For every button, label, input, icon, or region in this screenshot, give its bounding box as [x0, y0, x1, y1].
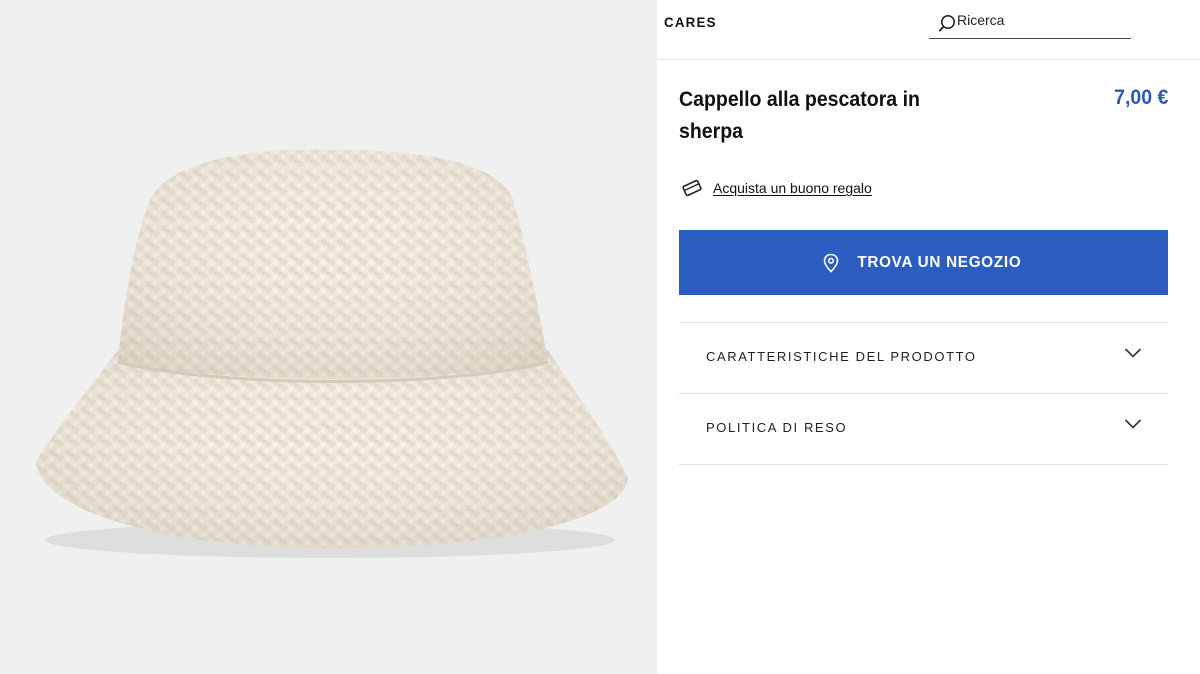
- product-title: Cappello alla pescatora in sherpa: [679, 88, 920, 143]
- find-store-button[interactable]: TROVA UN NEGOZIO: [679, 230, 1168, 295]
- gift-card-row: Acquista un buono regalo: [681, 178, 872, 198]
- bucket-hat-image: [36, 149, 628, 558]
- accordion-label: CARATTERISTICHE DEL PRODOTTO: [706, 349, 977, 364]
- product-page: CARES Cappello alla pescatora in sherpa …: [0, 0, 1200, 674]
- product-price: 7,00 €: [1113, 86, 1168, 109]
- header: CARES: [657, 0, 1200, 60]
- search-input[interactable]: [957, 10, 1127, 30]
- buy-gift-card-link[interactable]: Acquista un buono regalo: [713, 180, 872, 196]
- brand-logo[interactable]: CARES: [664, 14, 717, 30]
- search-icon[interactable]: [939, 14, 959, 34]
- search-bar[interactable]: [929, 8, 1131, 39]
- location-pin-icon: [823, 253, 838, 273]
- accordion-product-features[interactable]: CARATTERISTICHE DEL PRODOTTO: [679, 323, 1168, 394]
- gift-card-icon: [682, 179, 702, 197]
- product-details-panel: CARES Cappello alla pescatora in sherpa …: [657, 0, 1200, 674]
- find-store-label: TROVA UN NEGOZIO: [856, 253, 1022, 271]
- accordion-return-policy[interactable]: POLITICA DI RESO: [679, 394, 1168, 465]
- chevron-down-icon[interactable]: [1124, 418, 1142, 430]
- chevron-down-icon[interactable]: [1124, 347, 1142, 359]
- product-info-accordion: CARATTERISTICHE DEL PRODOTTO POLITICA DI…: [679, 322, 1168, 465]
- product-image[interactable]: [0, 0, 657, 674]
- accordion-label: POLITICA DI RESO: [706, 420, 848, 435]
